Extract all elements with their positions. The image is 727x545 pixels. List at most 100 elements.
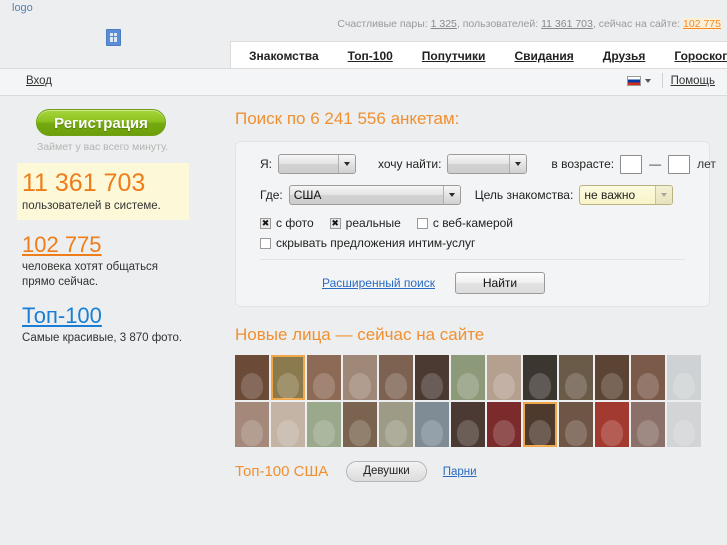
site-stats: Счастливые пары: 1 325, пользователей: 1… bbox=[337, 18, 721, 30]
goal-select[interactable]: не важно bbox=[579, 185, 674, 205]
where-select[interactable]: США bbox=[288, 185, 461, 205]
nav-item-svidaniya[interactable]: Свидания bbox=[514, 49, 573, 63]
new-faces-title: Новые лица — сейчас на сайте bbox=[235, 325, 485, 344]
want-select-wrap[interactable] bbox=[447, 154, 528, 174]
me-select[interactable] bbox=[278, 154, 356, 174]
photo-tile[interactable] bbox=[487, 355, 521, 400]
photo-tile[interactable] bbox=[343, 402, 377, 447]
photo-tile[interactable] bbox=[559, 355, 593, 400]
main-content: Поиск по 6 241 556 анкетам: Я: хочу найт… bbox=[225, 96, 727, 482]
top100-block: Топ-100 Самые красивые, 3 870 фото. bbox=[22, 303, 225, 347]
photo-tile[interactable] bbox=[487, 402, 521, 447]
me-select-wrap[interactable] bbox=[278, 154, 356, 174]
online-count-block: 102 775 человека хотят общаться прямо се… bbox=[22, 232, 225, 291]
online-caption-line1: человека хотят общаться bbox=[22, 260, 159, 273]
age-unit-label: лет bbox=[697, 157, 716, 171]
checkbox-real-label: реальные bbox=[345, 216, 401, 230]
stats-users-value[interactable]: 11 361 703 bbox=[541, 18, 593, 30]
photo-tile[interactable] bbox=[379, 355, 413, 400]
photo-tile[interactable] bbox=[235, 402, 269, 447]
age-dash: — bbox=[649, 157, 662, 171]
photo-tile[interactable] bbox=[631, 355, 665, 400]
online-count-link[interactable]: 102 775 bbox=[22, 232, 225, 257]
photo-tile[interactable] bbox=[415, 355, 449, 400]
photo-tile[interactable] bbox=[271, 402, 305, 447]
nav-item-top100[interactable]: Топ-100 bbox=[348, 49, 393, 63]
where-label: Где: bbox=[260, 188, 283, 202]
goal-label: Цель знакомства: bbox=[474, 188, 574, 202]
online-caption-line2: прямо сейчас. bbox=[22, 276, 99, 289]
photo-tile[interactable] bbox=[271, 355, 305, 400]
want-select[interactable] bbox=[447, 154, 528, 174]
me-label: Я: bbox=[260, 157, 272, 171]
photo-tile[interactable] bbox=[379, 402, 413, 447]
photo-tile[interactable] bbox=[523, 402, 557, 447]
checkbox-hide-intim[interactable] bbox=[260, 237, 271, 249]
checkbox-with-photo-label: с фото bbox=[276, 216, 314, 230]
new-faces-grid bbox=[235, 355, 705, 447]
checkbox-webcam[interactable] bbox=[416, 217, 428, 229]
tab-girls[interactable]: Девушки bbox=[346, 461, 427, 482]
register-button[interactable]: Регистрация bbox=[36, 109, 166, 136]
photo-tile[interactable] bbox=[415, 402, 449, 447]
stats-couples-value[interactable]: 1 325 bbox=[431, 18, 457, 30]
login-link[interactable]: Вход bbox=[26, 75, 52, 87]
site-logo[interactable]: logo bbox=[12, 2, 33, 14]
users-count-box: 11 361 703 пользователей в системе. bbox=[17, 163, 189, 220]
main-navigation: Знакомства Топ-100 Попутчики Свидания Др… bbox=[230, 41, 727, 69]
photo-tile[interactable] bbox=[235, 355, 269, 400]
age-to-input[interactable] bbox=[668, 154, 691, 174]
photo-tile[interactable] bbox=[307, 355, 341, 400]
chevron-down-icon bbox=[645, 79, 651, 83]
sidebar: Регистрация Займет у вас всего минуту. 1… bbox=[0, 96, 225, 347]
language-selector[interactable] bbox=[627, 76, 651, 86]
search-row-location: Где: США Цель знакомства: не важно bbox=[236, 185, 709, 205]
photo-tile[interactable] bbox=[667, 355, 701, 400]
russian-flag-icon bbox=[627, 76, 641, 86]
sidebar-top100-link[interactable]: Топ-100 bbox=[22, 303, 225, 328]
top100-section: Топ-100 США Девушки Парни bbox=[235, 461, 727, 482]
nav-item-goroskopy[interactable]: Гороскопы bbox=[674, 49, 727, 63]
stats-online-label: , сейчас на сайте: bbox=[592, 18, 681, 30]
login-bar: Вход Помощь bbox=[0, 68, 727, 96]
photo-tile[interactable] bbox=[523, 355, 557, 400]
loginbar-divider bbox=[662, 73, 663, 88]
advanced-search-link[interactable]: Расширенный поиск bbox=[322, 276, 435, 290]
register-subtext: Займет у вас всего минуту. bbox=[37, 141, 169, 153]
search-title: Поиск по 6 241 556 анкетам: bbox=[235, 109, 460, 128]
nav-item-znakomstva[interactable]: Знакомства bbox=[249, 49, 319, 63]
photo-tile[interactable] bbox=[631, 402, 665, 447]
online-count-caption: человека хотят общаться прямо сейчас. bbox=[22, 260, 225, 291]
search-panel-divider bbox=[260, 259, 685, 260]
where-select-wrap[interactable]: США bbox=[288, 185, 461, 205]
stats-online-value[interactable]: 102 775 bbox=[683, 18, 721, 30]
top100-caption: Самые красивые, 3 870 фото. bbox=[22, 332, 183, 345]
age-from-input[interactable] bbox=[620, 154, 643, 174]
photo-tile[interactable] bbox=[307, 402, 341, 447]
search-row-primary: Я: хочу найти: в возрасте: — лет bbox=[236, 154, 716, 174]
goal-select-wrap[interactable]: не важно bbox=[579, 185, 674, 205]
photo-tile[interactable] bbox=[343, 355, 377, 400]
checkbox-real[interactable] bbox=[329, 217, 341, 230]
search-panel: Я: хочу найти: в возрасте: — лет Где: СШ… bbox=[235, 141, 716, 307]
help-link[interactable]: Помощь bbox=[671, 75, 715, 87]
checkbox-with-photo[interactable] bbox=[260, 217, 271, 230]
checkbox-hide-intim-label: скрывать предложения интим-услуг bbox=[276, 236, 476, 250]
users-count-caption: пользователей в системе. bbox=[22, 199, 161, 212]
search-checkbox-row: с фото реальные с веб-камерой bbox=[236, 216, 709, 230]
photo-tile[interactable] bbox=[451, 402, 485, 447]
stats-users-label: , пользователей: bbox=[456, 18, 539, 30]
photo-tile[interactable] bbox=[667, 402, 701, 447]
photo-tile[interactable] bbox=[451, 355, 485, 400]
stats-couples-label: Счастливые пары: bbox=[337, 18, 428, 30]
find-button[interactable]: Найти bbox=[455, 272, 545, 294]
want-label: хочу найти: bbox=[378, 157, 442, 171]
nav-item-poputchiki[interactable]: Попутчики bbox=[422, 49, 486, 63]
photo-tile[interactable] bbox=[595, 402, 629, 447]
nav-item-druzya[interactable]: Друзья bbox=[603, 49, 646, 63]
top-header: logo Счастливые пары: 1 325, пользовател… bbox=[0, 0, 727, 69]
tab-guys[interactable]: Парни bbox=[443, 466, 477, 478]
checkbox-webcam-label: с веб-камерой bbox=[432, 216, 514, 230]
photo-tile[interactable] bbox=[559, 402, 593, 447]
photo-tile[interactable] bbox=[595, 355, 629, 400]
